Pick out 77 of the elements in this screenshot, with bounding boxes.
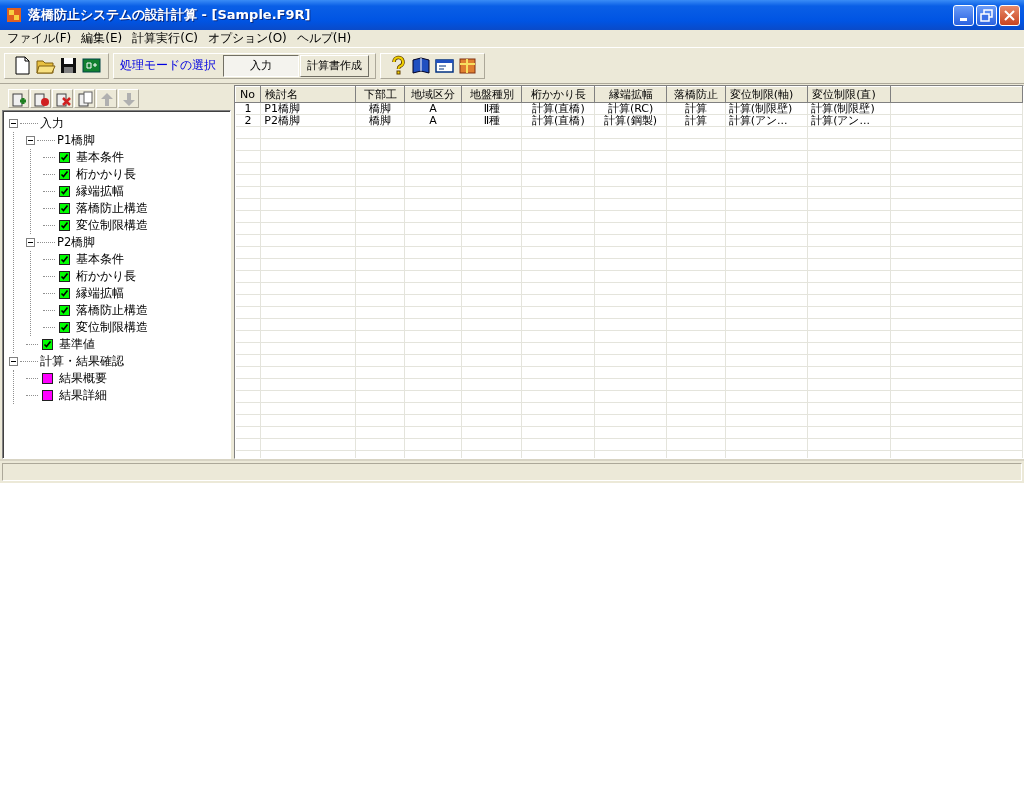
table-cell: P1橋脚: [260, 102, 356, 115]
tree-folder[interactable]: P2橋脚: [57, 235, 96, 250]
mode-button[interactable]: 計算書作成: [300, 54, 369, 77]
tree-item[interactable]: 落橋防止構造: [76, 303, 148, 318]
tree-item[interactable]: 桁かかり長: [76, 269, 136, 284]
table-cell: Ⅱ種: [461, 102, 522, 115]
collapse-icon[interactable]: [26, 238, 35, 247]
book-icon[interactable]: [410, 55, 432, 76]
tree-item[interactable]: 変位制限構造: [76, 218, 148, 233]
table-cell: 計算(アン...: [807, 114, 891, 127]
tree-item[interactable]: 結果概要: [59, 371, 107, 386]
table-cell: Ⅱ種: [461, 114, 522, 127]
table-cell: 計算: [666, 102, 726, 115]
minimize-button[interactable]: [953, 4, 974, 26]
table-cell: 計算(RC): [594, 102, 667, 115]
copy-pages-icon: [76, 90, 93, 107]
tree-item[interactable]: 基準値: [59, 337, 95, 352]
table-cell: 計算(鋼製): [594, 114, 667, 127]
table-cell: A: [404, 114, 462, 127]
app-icon: [6, 7, 22, 23]
column-header[interactable]: 変位制限(軸): [725, 86, 808, 103]
tree-item[interactable]: 変位制限構造: [76, 320, 148, 335]
tree-folder[interactable]: 計算・結果確認: [40, 354, 124, 369]
table-cell: 計算(制限壁): [807, 102, 891, 115]
tree-folder[interactable]: P1橋脚: [57, 133, 96, 148]
tree-item[interactable]: 基本条件: [76, 252, 124, 267]
table-cell: 計算(直橋): [521, 102, 595, 115]
table-cell: 橋脚: [355, 114, 405, 127]
minimize-icon: [960, 17, 967, 21]
menu-item[interactable]: 計算実行(C): [127, 30, 203, 47]
table-cell: 計算(アン...: [725, 114, 808, 127]
gift-box-icon[interactable]: [456, 55, 478, 76]
column-header[interactable]: 落橋防止: [666, 86, 726, 103]
table-cell: 2: [235, 114, 261, 127]
table-cell: 橋脚: [355, 102, 405, 115]
table-cell: A: [404, 102, 462, 115]
table-cell: P2橋脚: [260, 114, 356, 127]
column-header[interactable]: 変位制限(直): [807, 86, 891, 103]
restore-button[interactable]: [976, 4, 997, 26]
tree-tool-button[interactable]: [74, 89, 95, 108]
collapse-icon[interactable]: [9, 357, 18, 366]
collapse-icon[interactable]: [26, 136, 35, 145]
page-cross-icon: [54, 90, 71, 107]
tree-item[interactable]: 落橋防止構造: [76, 201, 148, 216]
menu-item[interactable]: オプション(O): [202, 30, 292, 47]
mode-label: 処理モードの選択: [120, 57, 216, 74]
menu-item[interactable]: 編集(E): [76, 30, 128, 47]
tree-item[interactable]: 縁端拡幅: [76, 184, 124, 199]
column-header[interactable]: 地域区分: [404, 86, 462, 103]
menu-item[interactable]: ファイル(F): [2, 30, 77, 47]
tree-item[interactable]: 桁かかり長: [76, 167, 136, 182]
table-cell: 計算(制限壁): [725, 102, 808, 115]
collapse-icon[interactable]: [9, 119, 18, 128]
window-title: 落橋防止システムの設計計算 - [Sample.F9R]: [28, 6, 312, 24]
tree-item[interactable]: 基本条件: [76, 150, 124, 165]
tree-item[interactable]: 縁端拡幅: [76, 286, 124, 301]
column-header[interactable]: 検討名: [260, 86, 356, 103]
column-header[interactable]: No: [235, 86, 261, 103]
tree-tool-button[interactable]: [52, 89, 73, 108]
table-cell: 計算: [666, 114, 726, 127]
column-header[interactable]: 桁かかり長: [521, 86, 595, 103]
column-header[interactable]: 地盤種別: [461, 86, 522, 103]
table-cell: 1: [235, 102, 261, 115]
page-minus-icon: [32, 90, 49, 107]
page-plus-icon: [10, 90, 27, 107]
restore-icon: [980, 8, 993, 22]
tree-item[interactable]: 結果詳細: [59, 388, 107, 403]
mode-button[interactable]: 入力: [223, 54, 299, 77]
tree-tool-button[interactable]: [8, 89, 29, 108]
tree-folder[interactable]: 入力: [40, 116, 64, 131]
close-icon: [1003, 8, 1016, 22]
table-cell: 計算(直橋): [521, 114, 595, 127]
close-button[interactable]: [999, 4, 1020, 26]
column-header[interactable]: 縁端拡幅: [594, 86, 667, 103]
menu-item[interactable]: ヘルプ(H): [291, 30, 357, 47]
tree-tool-button[interactable]: [30, 89, 51, 108]
column-header[interactable]: 下部工: [355, 86, 405, 103]
